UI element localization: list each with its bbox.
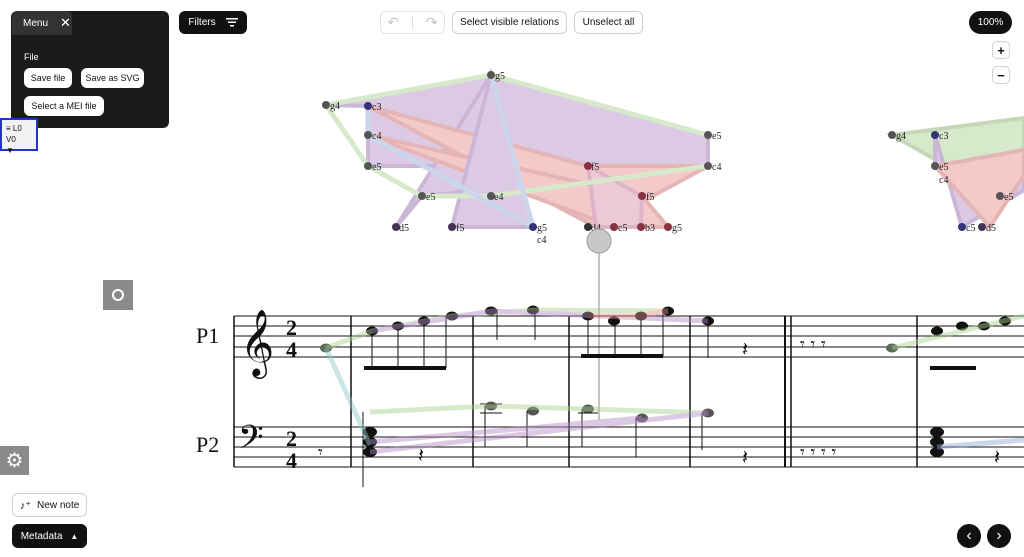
node-label: e5	[712, 131, 721, 142]
node-label: e5	[372, 162, 381, 173]
node-label: f5	[456, 223, 464, 234]
menu-title: Menu	[23, 17, 49, 29]
node-label: c3	[939, 131, 948, 142]
new-note-label: New note	[37, 499, 80, 511]
node-label: c5	[966, 223, 975, 234]
treble-clef: 𝄞	[240, 308, 274, 379]
node-label: c4	[537, 235, 546, 246]
circle-icon	[112, 289, 124, 301]
node-label: e5	[1004, 192, 1013, 203]
node-label: g5	[495, 71, 505, 82]
caret-up-icon: ▲	[70, 531, 79, 541]
time-sig-bottom: 4	[286, 337, 297, 362]
svg-text:𝄾 𝄾 𝄾 𝄾: 𝄾 𝄾 𝄾 𝄾	[800, 442, 837, 463]
select-mei-button[interactable]: Select a MEI file	[24, 96, 104, 116]
part-name-p1: P1	[196, 323, 219, 348]
level-label: ≡ L0 V0	[6, 124, 22, 144]
record-button[interactable]	[103, 280, 133, 310]
svg-text:𝄾 𝄾 𝄾: 𝄾 𝄾 𝄾	[800, 334, 826, 355]
time-sig-bottom: 4	[286, 448, 297, 473]
node-label: c4	[939, 175, 948, 186]
bass-clef: 𝄢	[238, 419, 264, 465]
gear-icon: ⚙	[5, 449, 24, 472]
save-file-button[interactable]: Save file	[24, 68, 72, 88]
node-label: f5	[591, 162, 599, 173]
menu-section-file: File	[24, 52, 39, 62]
divider	[412, 16, 413, 29]
connector-handle[interactable]	[586, 228, 612, 254]
svg-text:𝄽: 𝄽	[742, 337, 748, 361]
zoom-in-button[interactable]: +	[992, 41, 1010, 59]
note-plus-icon: ♪⁺	[19, 499, 32, 512]
new-note-button[interactable]: ♪⁺ New note	[12, 493, 87, 517]
metadata-button[interactable]: Metadata ▲	[12, 524, 87, 548]
p1-notes[interactable]: 𝄽 𝄾 𝄾 𝄾	[320, 305, 1011, 371]
part-name-p2: P2	[196, 432, 219, 457]
staff-p2	[234, 426, 1024, 468]
node-label: g5	[537, 223, 547, 234]
level-selector[interactable]: ≡ L0 V0 ▼	[0, 118, 38, 155]
node-label: c5	[618, 223, 627, 234]
menu-toggle[interactable]: Menu ✕	[12, 11, 72, 35]
chevron-down-icon: ▼	[6, 146, 14, 155]
zoom-level[interactable]: 100%	[969, 11, 1012, 34]
zoom-out-button[interactable]: −	[992, 66, 1010, 84]
node-label: g4	[330, 101, 340, 112]
node-label: g4	[896, 131, 906, 142]
node-label: e4	[494, 192, 503, 203]
svg-text:𝄽: 𝄽	[994, 445, 1000, 469]
node-label: c3	[372, 102, 381, 113]
node-label: b3	[645, 223, 655, 234]
node-label: e5	[426, 192, 435, 203]
node-label: d5	[986, 223, 996, 234]
node-label: c4	[712, 162, 721, 173]
next-page-button[interactable]: ›	[987, 524, 1011, 548]
settings-button[interactable]: ⚙	[0, 446, 29, 475]
node-label: c4	[372, 131, 381, 142]
node-label: d5	[399, 223, 409, 234]
filters-label: Filters	[188, 17, 216, 28]
svg-text:𝄾: 𝄾	[318, 442, 323, 463]
metadata-label: Metadata	[20, 530, 63, 542]
redo-icon[interactable]: ↷	[426, 14, 438, 31]
filters-button[interactable]: Filters	[179, 11, 247, 34]
node-label: f5	[646, 192, 654, 203]
undo-redo-group: ↶ ↷	[380, 11, 445, 34]
close-icon[interactable]: ✕	[60, 15, 71, 31]
node-label: g5	[672, 223, 682, 234]
prev-page-button[interactable]: ‹	[957, 524, 981, 548]
select-visible-relations-button[interactable]: Select visible relations	[452, 11, 567, 34]
unselect-all-button[interactable]: Unselect all	[574, 11, 643, 34]
svg-text:𝄽: 𝄽	[742, 445, 748, 469]
node-label: e5	[939, 162, 948, 173]
filter-lines-icon	[225, 18, 238, 27]
undo-icon[interactable]: ↶	[387, 14, 399, 31]
relation-polygons	[323, 67, 1024, 231]
score-relation-strokes	[323, 307, 1024, 455]
save-svg-button[interactable]: Save as SVG	[81, 68, 144, 88]
